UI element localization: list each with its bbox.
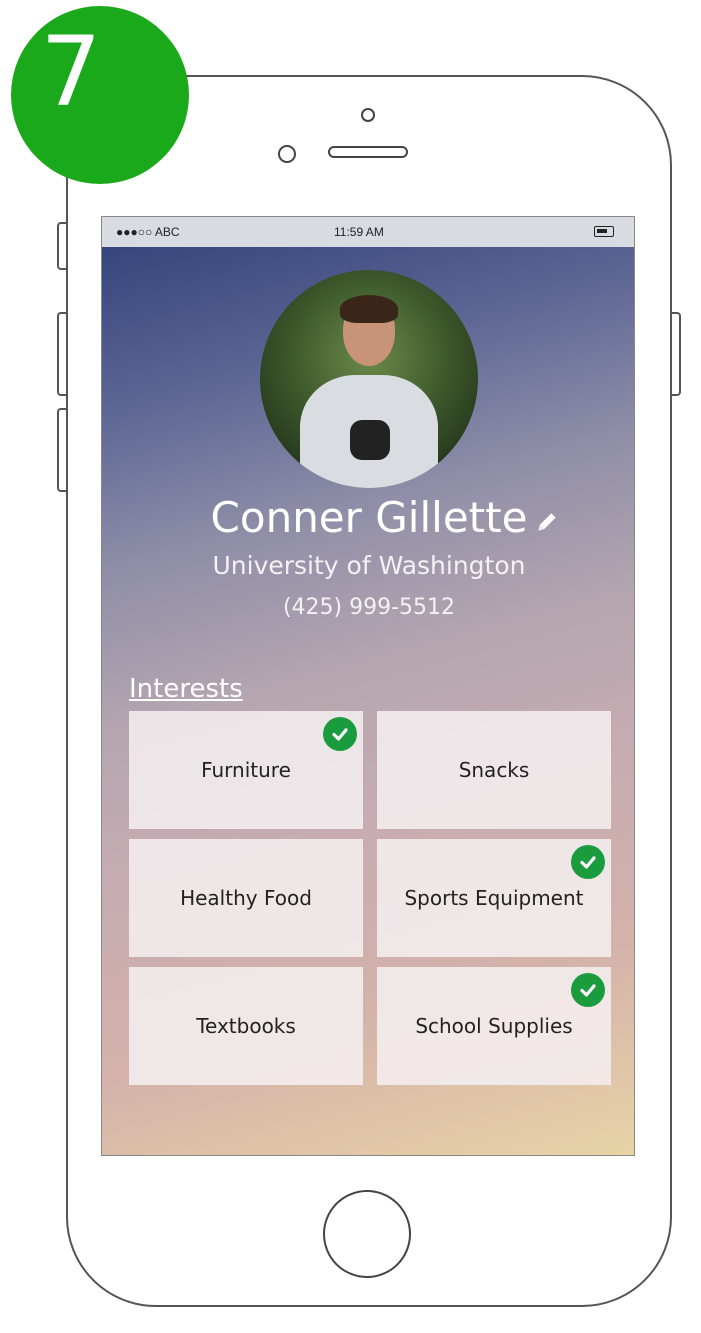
battery-icon xyxy=(594,226,614,237)
interest-tile-snacks[interactable]: Snacks xyxy=(377,711,611,829)
home-button[interactable] xyxy=(323,1190,411,1278)
step-badge: 7 xyxy=(11,6,189,184)
interest-tile-healthy-food[interactable]: Healthy Food xyxy=(129,839,363,957)
interest-label: Furniture xyxy=(201,758,291,782)
check-icon xyxy=(571,973,605,1007)
interest-label: Snacks xyxy=(458,758,530,782)
interest-tile-textbooks[interactable]: Textbooks xyxy=(129,967,363,1085)
avatar-hair xyxy=(340,295,398,323)
interest-label: School Supplies xyxy=(415,1014,573,1038)
earpiece-speaker xyxy=(328,146,408,158)
carrier-signal: ●●●○○ ABC xyxy=(116,225,180,239)
interests-heading: Interests xyxy=(129,674,243,704)
status-time: 11:59 AM xyxy=(334,225,384,239)
interest-label: Sports Equipment xyxy=(404,886,584,910)
profile-school: University of Washington xyxy=(212,551,526,580)
profile-screen: ●●●○○ ABC 11:59 AM Conner Gillette Unive… xyxy=(101,216,635,1156)
interest-label: Healthy Food xyxy=(180,886,312,910)
edit-pencil-icon[interactable] xyxy=(534,509,560,535)
profile-avatar xyxy=(260,270,478,488)
front-camera xyxy=(361,108,375,122)
interest-tile-sports-equipment[interactable]: Sports Equipment xyxy=(377,839,611,957)
interest-label: Textbooks xyxy=(196,1014,296,1038)
interest-tile-school-supplies[interactable]: School Supplies xyxy=(377,967,611,1085)
status-bar: ●●●○○ ABC 11:59 AM xyxy=(102,217,634,247)
proximity-sensor xyxy=(278,145,296,163)
check-icon xyxy=(571,845,605,879)
avatar-shirt-print xyxy=(350,420,390,460)
step-number: 7 xyxy=(40,16,102,128)
check-icon xyxy=(323,717,357,751)
profile-phone: (425) 999-5512 xyxy=(282,595,456,620)
interest-tile-furniture[interactable]: Furniture xyxy=(129,711,363,829)
